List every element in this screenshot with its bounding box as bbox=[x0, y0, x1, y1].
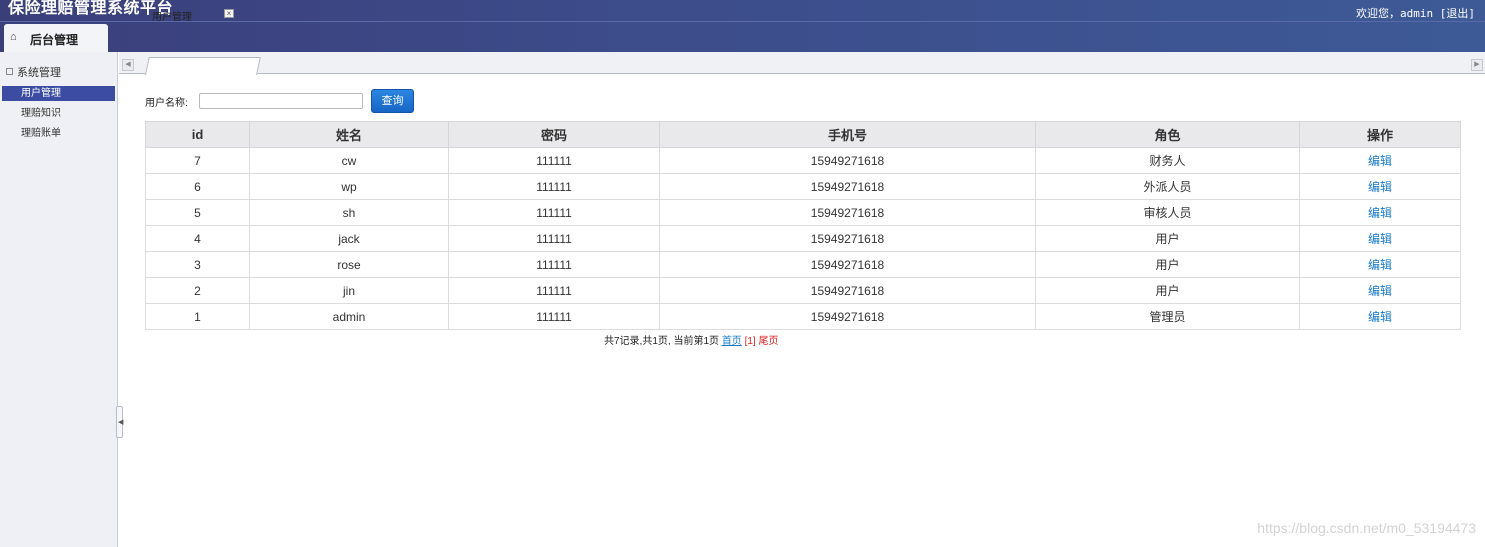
cell-id: 1 bbox=[145, 303, 250, 330]
search-button[interactable]: 查询 bbox=[371, 89, 414, 113]
cell-role: 管理员 bbox=[1035, 303, 1300, 330]
username-search-input[interactable] bbox=[199, 93, 363, 109]
edit-link[interactable]: 编辑 bbox=[1368, 180, 1392, 194]
cell-phone: 15949271618 bbox=[659, 225, 1036, 252]
table-header-row: id 姓名 密码 手机号 角色 操作 bbox=[145, 121, 1461, 148]
sidebar-collapse-handle[interactable]: ◀ bbox=[116, 406, 123, 438]
home-tab[interactable]: ⌂ 后台管理 bbox=[4, 24, 108, 52]
column-header-name: 姓名 bbox=[249, 121, 449, 148]
cell-role: 外派人员 bbox=[1035, 173, 1300, 200]
cell-name: wp bbox=[249, 173, 449, 200]
app-title: 保险理赔管理系统平台 bbox=[8, 0, 174, 17]
cell-phone: 15949271618 bbox=[659, 199, 1036, 226]
sidebar-group-label: 系统管理 bbox=[17, 67, 61, 79]
column-header-role: 角色 bbox=[1035, 121, 1300, 148]
column-header-action: 操作 bbox=[1299, 121, 1461, 148]
cell-id: 2 bbox=[145, 277, 250, 304]
welcome-text[interactable]: 欢迎您，admin [退出] bbox=[1356, 5, 1475, 21]
cell-role: 财务人 bbox=[1035, 147, 1300, 174]
pagination: 共7记录,共1页, 当前第1页 首页 [1] 尾页 bbox=[604, 332, 779, 347]
cell-password: 111111 bbox=[448, 225, 660, 252]
header-divider bbox=[0, 21, 1485, 22]
cell-password: 111111 bbox=[448, 251, 660, 278]
cell-action: 编辑 bbox=[1299, 251, 1461, 278]
cell-action: 编辑 bbox=[1299, 277, 1461, 304]
cell-action: 编辑 bbox=[1299, 199, 1461, 226]
cell-id: 5 bbox=[145, 199, 250, 226]
arrow-left-icon: ◀ bbox=[118, 419, 124, 426]
tab-user-management[interactable] bbox=[145, 57, 261, 75]
cell-phone: 15949271618 bbox=[659, 303, 1036, 330]
cell-action: 编辑 bbox=[1299, 147, 1461, 174]
table-row: 5 sh 111111 15949271618 审核人员 编辑 bbox=[145, 199, 1461, 226]
cell-name: admin bbox=[249, 303, 449, 330]
edit-link[interactable]: 编辑 bbox=[1368, 258, 1392, 272]
table-row: 1 admin 111111 15949271618 管理员 编辑 bbox=[145, 303, 1461, 330]
cell-name: jin bbox=[249, 277, 449, 304]
column-header-phone: 手机号 bbox=[659, 121, 1036, 148]
tab-scroll-left-button[interactable]: ◀ bbox=[122, 59, 134, 71]
cell-id: 7 bbox=[145, 147, 250, 174]
table-row: 6 wp 111111 15949271618 外派人员 编辑 bbox=[145, 173, 1461, 200]
cell-role: 用户 bbox=[1035, 251, 1300, 278]
cell-name: rose bbox=[249, 251, 449, 278]
cell-role: 审核人员 bbox=[1035, 199, 1300, 226]
cell-password: 111111 bbox=[448, 277, 660, 304]
table-row: 2 jin 111111 15949271618 用户 编辑 bbox=[145, 277, 1461, 304]
sidebar: 系统管理 用户管理 理赔知识 理赔账单 bbox=[0, 52, 118, 547]
cell-id: 6 bbox=[145, 173, 250, 200]
cell-phone: 15949271618 bbox=[659, 251, 1036, 278]
table-row: 4 jack 111111 15949271618 用户 编辑 bbox=[145, 225, 1461, 252]
pagination-summary: 共7记录,共1页, 当前第1页 bbox=[604, 336, 720, 347]
cell-action: 编辑 bbox=[1299, 303, 1461, 330]
cell-id: 4 bbox=[145, 225, 250, 252]
cell-password: 111111 bbox=[448, 303, 660, 330]
tab-scroll-right-button[interactable]: ▶ bbox=[1471, 59, 1483, 71]
cell-phone: 15949271618 bbox=[659, 173, 1036, 200]
cell-password: 111111 bbox=[448, 199, 660, 226]
top-header: 保险理赔管理系统平台 欢迎您，admin [退出] ⌂ 后台管理 bbox=[0, 0, 1485, 52]
sidebar-item-claim-knowledge[interactable]: 理赔知识 bbox=[2, 106, 115, 121]
cell-name: jack bbox=[249, 225, 449, 252]
edit-link[interactable]: 编辑 bbox=[1368, 206, 1392, 220]
cell-phone: 15949271618 bbox=[659, 147, 1036, 174]
tabs-bar: ◀ ▶ bbox=[119, 52, 1485, 75]
cell-role: 用户 bbox=[1035, 225, 1300, 252]
cell-role: 用户 bbox=[1035, 277, 1300, 304]
first-page-link[interactable]: 首页 bbox=[722, 336, 742, 347]
current-page-indicator: [1] bbox=[744, 336, 756, 347]
home-icon: ⌂ bbox=[10, 31, 17, 43]
cell-phone: 15949271618 bbox=[659, 277, 1036, 304]
watermark: https://blog.csdn.net/m0_53194473 bbox=[1257, 520, 1476, 536]
cell-password: 111111 bbox=[448, 147, 660, 174]
table-row: 7 cw 111111 15949271618 财务人 编辑 bbox=[145, 147, 1461, 174]
edit-link[interactable]: 编辑 bbox=[1368, 310, 1392, 324]
sidebar-item-user-management[interactable]: 用户管理 bbox=[2, 86, 115, 101]
user-table: id 姓名 密码 手机号 角色 操作 7 cw 111111 159492716… bbox=[145, 121, 1461, 330]
column-header-id: id bbox=[145, 121, 250, 148]
username-label: 用户名称: bbox=[145, 98, 188, 109]
home-tab-label: 后台管理 bbox=[30, 33, 79, 47]
column-header-password: 密码 bbox=[448, 121, 660, 148]
sidebar-group-system[interactable]: 系统管理 bbox=[6, 64, 61, 80]
table-row: 3 rose 111111 15949271618 用户 编辑 bbox=[145, 251, 1461, 278]
tab-label[interactable]: 用户管理 bbox=[152, 8, 192, 23]
edit-link[interactable]: 编辑 bbox=[1368, 154, 1392, 168]
edit-link[interactable]: 编辑 bbox=[1368, 232, 1392, 246]
cell-name: sh bbox=[249, 199, 449, 226]
cell-password: 111111 bbox=[448, 173, 660, 200]
sidebar-item-claim-bill[interactable]: 理赔账单 bbox=[2, 126, 115, 141]
last-page-link[interactable]: 尾页 bbox=[759, 336, 779, 347]
tab-close-icon[interactable]: × bbox=[224, 9, 234, 18]
cell-action: 编辑 bbox=[1299, 225, 1461, 252]
cell-name: cw bbox=[249, 147, 449, 174]
expand-toggle-icon bbox=[6, 68, 13, 75]
cell-id: 3 bbox=[145, 251, 250, 278]
cell-action: 编辑 bbox=[1299, 173, 1461, 200]
edit-link[interactable]: 编辑 bbox=[1368, 284, 1392, 298]
